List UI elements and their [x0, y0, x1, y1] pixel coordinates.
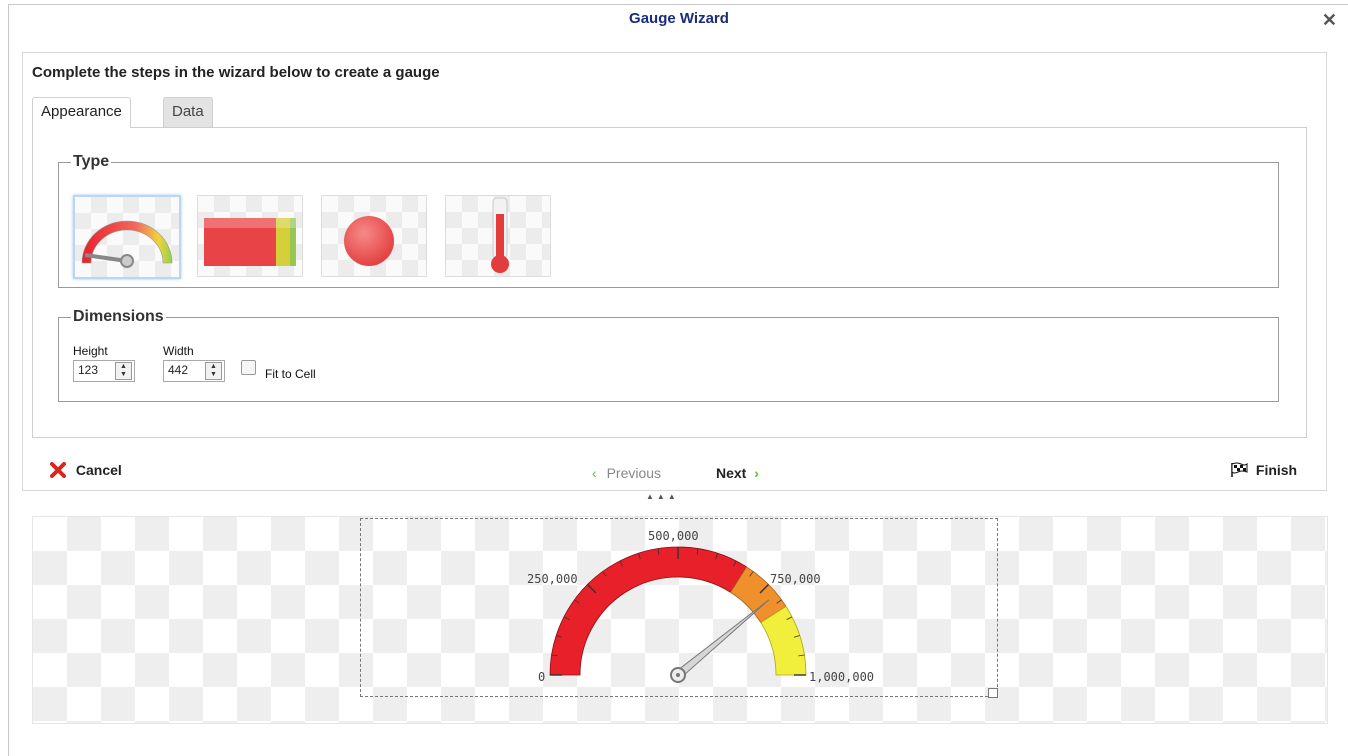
previous-button[interactable]: ‹ Previous [592, 465, 661, 481]
finish-label: Finish [1255, 462, 1298, 478]
height-value: 123 [78, 363, 99, 377]
width-label: Width [163, 344, 194, 358]
previous-label: Previous [606, 465, 662, 481]
type-option-bulb[interactable] [321, 195, 427, 277]
height-label: Height [73, 344, 108, 358]
wizard-panel: Complete the steps in the wizard below t… [22, 52, 1327, 491]
checkered-flag-icon [1231, 462, 1248, 477]
tab-appearance[interactable]: Appearance [32, 97, 131, 128]
width-stepper[interactable]: 442 ▲ ▼ [163, 360, 225, 382]
bulb-gauge-icon [344, 216, 394, 266]
chevron-right-icon: › [754, 465, 759, 481]
cancel-label: Cancel [75, 462, 122, 478]
cancel-x-icon [50, 462, 66, 478]
type-option-thermometer[interactable] [445, 195, 551, 277]
bar-gauge-icon [204, 218, 296, 266]
next-label: Next [716, 465, 747, 481]
finish-button[interactable]: Finish [1230, 462, 1297, 478]
type-legend: Type [73, 153, 110, 170]
fit-to-cell-label: Fit to Cell [265, 367, 316, 381]
height-stepper[interactable]: 123 ▲ ▼ [73, 360, 135, 382]
stepper-arrows-icon[interactable]: ▲ ▼ [115, 362, 132, 380]
dialog-title: Gauge Wizard [629, 10, 729, 27]
radial-gauge-icon [81, 220, 173, 268]
stepper-arrows-icon[interactable]: ▲ ▼ [205, 362, 222, 380]
resize-handle[interactable] [988, 688, 998, 698]
next-button[interactable]: Next › [716, 465, 759, 481]
cancel-button[interactable]: Cancel [50, 462, 122, 478]
dimensions-fieldset: Dimensions Height 123 ▲ ▼ Width 442 ▲ ▼ Fi… [58, 308, 1279, 402]
close-icon[interactable]: ✕ [1322, 10, 1337, 31]
appearance-tab-body: Type Dimensions Height 123 ▲ ▼ Width 442… [32, 127, 1307, 438]
dimensions-legend: Dimensions [73, 308, 164, 325]
width-value: 442 [168, 363, 189, 377]
fit-to-cell-checkbox[interactable] [241, 360, 256, 375]
chevron-left-icon: ‹ [592, 465, 597, 481]
thermometer-gauge-icon [491, 197, 509, 273]
gauge-selection-frame[interactable] [360, 518, 998, 697]
type-option-bar[interactable] [197, 195, 303, 277]
type-fieldset: Type [58, 153, 1279, 288]
wizard-intro: Complete the steps in the wizard below t… [32, 64, 440, 81]
tab-data[interactable]: Data [163, 97, 213, 127]
type-option-radial[interactable] [73, 195, 181, 279]
resize-grip-icon[interactable]: ▲▲▲ [646, 492, 679, 501]
